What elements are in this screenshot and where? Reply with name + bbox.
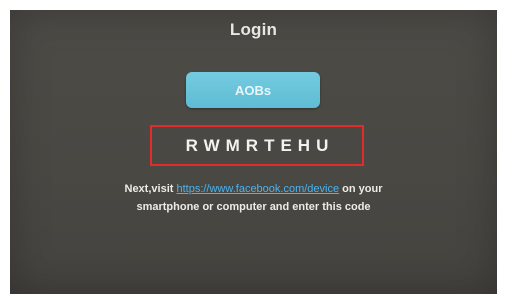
device-code-highlight-box: RWMRTEHU — [150, 125, 364, 166]
instructions-line2: smartphone or computer and enter this co… — [136, 201, 371, 213]
device-code: RWMRTEHU — [185, 135, 335, 155]
instructions-suffix: on your — [339, 183, 383, 195]
instructions-prefix: Next,visit — [124, 183, 177, 195]
page-title: Login — [229, 20, 278, 39]
code-button-label: AOBs — [234, 82, 272, 98]
screenshot-frame: Login AOBs RWMRTEHU Next,visit https://w… — [0, 0, 507, 304]
code-button[interactable]: AOBs — [186, 72, 320, 108]
device-link[interactable]: https://www.facebook.com/device — [176, 183, 339, 195]
instructions-text: Next,visit https://www.facebook.com/devi… — [60, 180, 447, 216]
